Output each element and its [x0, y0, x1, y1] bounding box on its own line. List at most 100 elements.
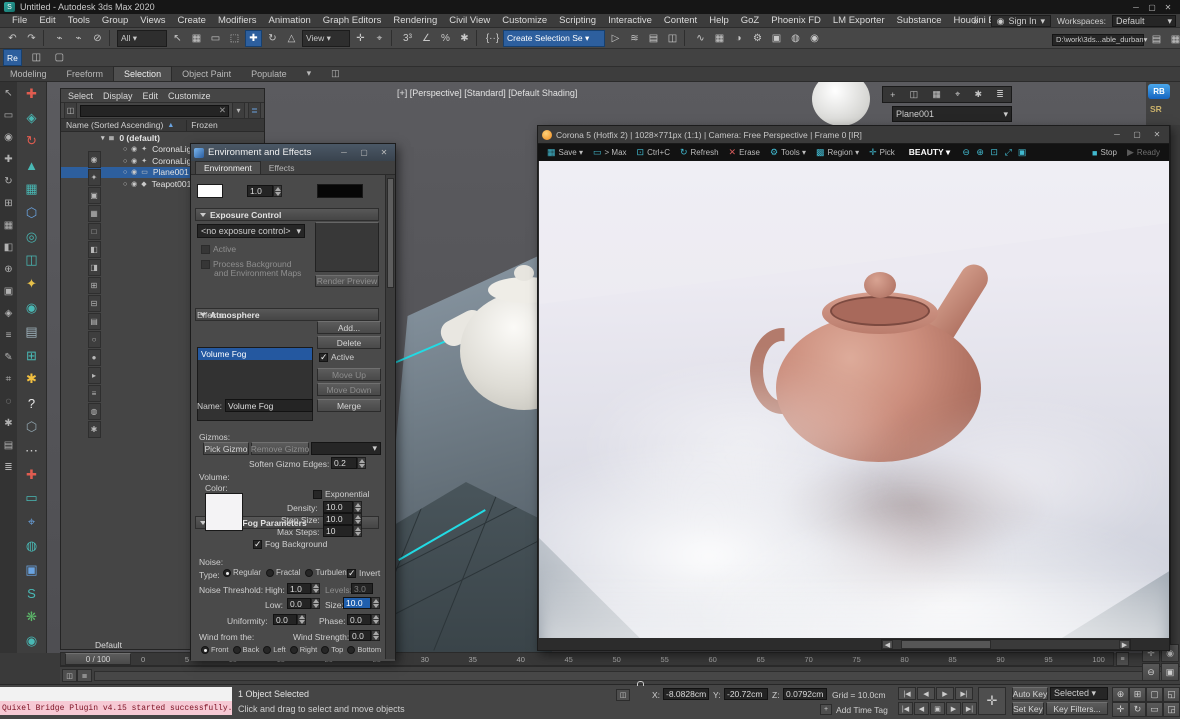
- column-divider[interactable]: [186, 120, 187, 131]
- toolbar-button[interactable]: ⬚: [226, 30, 243, 47]
- left-strip-icon[interactable]: ▤: [1, 434, 16, 456]
- toolbar-button[interactable]: ▣: [768, 30, 785, 47]
- left-strip-icon[interactable]: ◧: [1, 236, 16, 258]
- left-dock-icon[interactable]: ▭: [18, 487, 46, 511]
- toolbar-button[interactable]: ⊘: [89, 30, 106, 47]
- gizmo-combo[interactable]: ▾: [311, 442, 381, 455]
- corona-render-button[interactable]: ▶Ready: [1122, 145, 1165, 160]
- ribbon-tab[interactable]: Populate: [241, 67, 297, 81]
- toolbar-button[interactable]: ▦: [711, 30, 728, 47]
- transport-button[interactable]: ◀: [917, 687, 935, 700]
- left-strip-icon[interactable]: ≣: [1, 456, 16, 478]
- menu-item[interactable]: Customize: [496, 15, 553, 26]
- layer-footer-label[interactable]: Default: [95, 640, 122, 650]
- corner-nav-button[interactable]: ▣: [1161, 663, 1179, 681]
- zoom-icon[interactable]: ⊕: [973, 146, 987, 159]
- row-state-icons[interactable]: ○ ◉ ✦: [123, 145, 148, 153]
- corona-toolbar-button[interactable]: ▦Save ▾: [542, 145, 588, 160]
- search-input[interactable]: ✕: [80, 105, 229, 117]
- left-dock-icon[interactable]: ✱: [18, 368, 46, 392]
- delete-effect-button[interactable]: Delete: [317, 336, 381, 349]
- timeline-menu-button[interactable]: ≡: [1116, 652, 1129, 666]
- zoom-icon[interactable]: ⊖: [959, 146, 973, 159]
- zoom-icon[interactable]: ⤢: [1001, 146, 1015, 159]
- side-toolbar-icon[interactable]: ✱: [88, 421, 101, 438]
- radio-option[interactable]: Left: [263, 645, 286, 654]
- viewport-nav-button[interactable]: ✛: [1112, 702, 1129, 717]
- side-toolbar-icon[interactable]: ≡: [88, 385, 101, 402]
- menu-item[interactable]: Scripting: [553, 15, 602, 26]
- scrollbar-thumb[interactable]: [387, 178, 394, 288]
- menu-item[interactable]: File: [6, 15, 33, 26]
- transport-button[interactable]: ◀: [914, 702, 929, 715]
- viewport-nav-button[interactable]: ⊕: [1112, 687, 1129, 702]
- row-state-icons[interactable]: ○ ◉ ◆: [123, 180, 148, 188]
- move-down-button[interactable]: Move Down: [317, 383, 381, 396]
- sr-badge[interactable]: SR: [1150, 104, 1162, 114]
- dialog-close-button[interactable]: ✕: [376, 147, 392, 159]
- side-toolbar-icon[interactable]: ▦: [88, 205, 101, 222]
- time-slider[interactable]: 0 / 100: [65, 653, 131, 665]
- toolbar-button[interactable]: All ▾: [117, 30, 167, 47]
- menu-item[interactable]: Graph Editors: [317, 15, 388, 26]
- trackbar-track[interactable]: [94, 671, 1176, 681]
- track-bar[interactable]: ◫≣: [60, 666, 1180, 684]
- side-toolbar-icon[interactable]: ✦: [88, 169, 101, 186]
- minimize-button[interactable]: ─: [1128, 1, 1144, 13]
- radio-option[interactable]: Back: [233, 645, 260, 654]
- project-folder-combo[interactable]: D:\work\3ds...able_durban ▾: [1052, 34, 1144, 46]
- toolbar-button[interactable]: ▦: [1167, 31, 1180, 48]
- transport-button[interactable]: ▣: [930, 702, 945, 715]
- maxscript-listener-line1[interactable]: [0, 687, 232, 701]
- left-dock-icon[interactable]: ◎: [18, 225, 46, 249]
- low-spinner[interactable]: [311, 598, 320, 609]
- exposure-active-checkbox[interactable]: Active: [201, 244, 236, 254]
- left-dock-icon[interactable]: ❋: [18, 606, 46, 630]
- toolbar-button[interactable]: ▭: [207, 30, 224, 47]
- phase-field[interactable]: 0.0: [347, 614, 371, 625]
- max-steps-spinner[interactable]: [353, 525, 362, 537]
- toolbar-button[interactable]: ◉: [806, 30, 823, 47]
- side-toolbar-icon[interactable]: ◧: [88, 241, 101, 258]
- trackbar-button[interactable]: ◫: [62, 669, 77, 682]
- left-dock-icon[interactable]: ⋯: [18, 439, 46, 463]
- left-strip-icon[interactable]: ◈: [1, 302, 16, 324]
- effect-active-checkbox[interactable]: Active: [319, 352, 354, 362]
- toolbar-button[interactable]: ∠: [418, 30, 435, 47]
- menu-item[interactable]: Group: [96, 15, 134, 26]
- radio-option[interactable]: Right: [290, 645, 318, 654]
- remove-gizmo-button[interactable]: Remove Gizmo: [251, 442, 309, 455]
- step-size-field[interactable]: 10.0: [323, 513, 353, 525]
- toolbar-button[interactable]: ∿: [692, 30, 709, 47]
- floating-toolbar-icon[interactable]: ≣: [996, 89, 1004, 100]
- left-strip-icon[interactable]: ⌗: [1, 368, 16, 390]
- corona-minimize-button[interactable]: ─: [1109, 129, 1125, 141]
- floating-toolbar-icon[interactable]: ◫: [910, 89, 919, 100]
- radio-option[interactable]: Fractal: [266, 568, 300, 577]
- render-hscrollbar[interactable]: ◀ ▶: [881, 639, 1131, 650]
- toolbar-button[interactable]: ◫: [664, 30, 681, 47]
- soften-spinner[interactable]: [357, 457, 366, 469]
- left-strip-icon[interactable]: ✱: [1, 412, 16, 434]
- display-mode-icon[interactable]: ◫: [64, 102, 77, 119]
- left-strip-icon[interactable]: ▦: [1, 214, 16, 236]
- ribbon-tab[interactable]: ▾: [297, 66, 322, 81]
- left-strip-icon[interactable]: ▭: [1, 104, 16, 126]
- toolbar-button[interactable]: [109, 30, 114, 46]
- y-coordinate-field[interactable]: -20.72cm: [724, 688, 768, 700]
- fog-background-checkbox[interactable]: Fog Background: [253, 539, 327, 549]
- toolbar-button[interactable]: ↷: [23, 30, 40, 47]
- viewport-label[interactable]: [+] [Perspective] [Standard] [Default Sh…: [397, 88, 577, 98]
- corner-nav-button[interactable]: ⊖: [1142, 663, 1160, 681]
- add-time-tag[interactable]: Add Time Tag: [836, 705, 888, 715]
- menu-item[interactable]: Content: [658, 15, 703, 26]
- toolbar-button[interactable]: %: [437, 30, 454, 47]
- toolbar-button[interactable]: ✱: [456, 30, 473, 47]
- hierarchy-view-icon[interactable]: ≣: [248, 102, 261, 119]
- isolate-toggle-icon[interactable]: ◫: [616, 689, 630, 701]
- sign-in-button[interactable]: ◉ Sign In ▾: [991, 15, 1051, 27]
- left-strip-icon[interactable]: ↖: [1, 82, 16, 104]
- toolbar-button[interactable]: ↶: [4, 30, 21, 47]
- left-dock-icon[interactable]: ⊞: [18, 344, 46, 368]
- ambient-color-swatch[interactable]: [317, 184, 363, 198]
